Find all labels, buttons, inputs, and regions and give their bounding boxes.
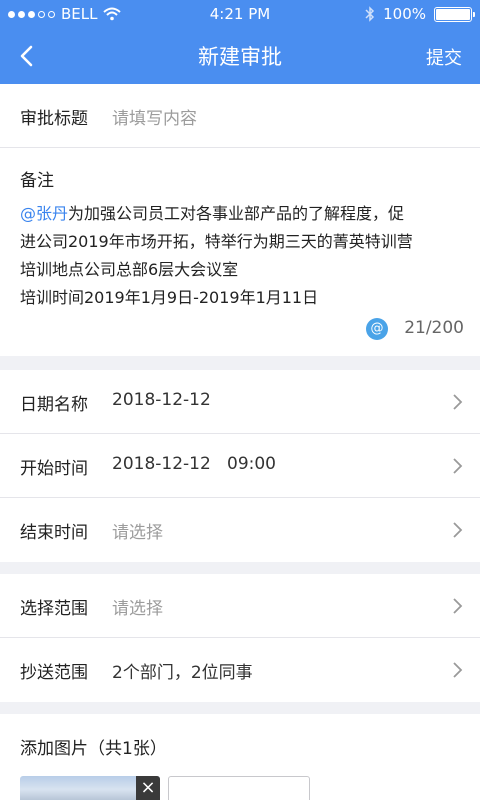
images-label: 添加图片（共1张） (20, 739, 167, 759)
battery-icon (434, 6, 475, 22)
basic-info-section: 审批标题 请填写内容 备注 @张丹为加强公司员工对各事业部产品的了解程度，促 进… (0, 84, 480, 356)
battery-percent: 100% (383, 5, 426, 23)
add-image-button[interactable] (168, 776, 310, 800)
scope-section: 选择范围 请选择 抄送范围 2个部门，2位同事 (0, 574, 480, 702)
note-label: 备注 (20, 171, 54, 191)
scope-placeholder: 请选择 (112, 599, 163, 619)
char-counter: 21/200 (404, 318, 464, 338)
end-time-placeholder: 请选择 (112, 523, 163, 543)
date-label: 日期名称 (20, 395, 88, 415)
note-mention[interactable]: @张丹 (20, 204, 68, 223)
title-input[interactable]: 请填写内容 (112, 104, 197, 129)
note-line-2: 进公司2019年市场开拓，特举行为期三天的菁英特训营 (20, 232, 413, 251)
start-time-label: 开始时间 (20, 459, 88, 479)
chevron-right-icon (453, 522, 463, 538)
close-icon[interactable]: × (136, 776, 160, 800)
chevron-right-icon (453, 458, 463, 474)
nav-bar: 新建审批 提交 (0, 28, 480, 84)
mention-icon[interactable]: @ (366, 318, 388, 340)
title-label: 审批标题 (20, 109, 88, 129)
page-title: 新建审批 (198, 45, 282, 69)
status-right: 100% (365, 5, 475, 23)
date-value: 2018-12-12 (112, 390, 211, 410)
note-line-4: 培训时间2019年1月9日-2019年1月11日 (20, 288, 319, 307)
image-thumbnail[interactable]: × (20, 776, 160, 800)
start-time-value: 2018-12-12 09:00 (112, 454, 276, 474)
end-time-row[interactable]: 结束时间 请选择 (0, 498, 480, 562)
status-bar: BELL 4:21 PM 100% (0, 0, 480, 28)
chevron-right-icon (453, 394, 463, 410)
note-line-3: 培训地点公司总部6层大会议室 (20, 260, 239, 279)
end-time-label: 结束时间 (20, 523, 88, 543)
cc-value: 2个部门，2位同事 (112, 663, 253, 683)
cc-label: 抄送范围 (20, 663, 88, 683)
scope-label: 选择范围 (20, 599, 88, 619)
scope-row[interactable]: 选择范围 请选择 (0, 574, 480, 638)
chevron-right-icon (453, 598, 463, 614)
note-line-1: 为加强公司员工对各事业部产品的了解程度，促 (68, 204, 405, 223)
note-textarea[interactable]: @张丹为加强公司员工对各事业部产品的了解程度，促 进公司2019年市场开拓，特举… (20, 200, 470, 312)
submit-button[interactable]: 提交 (426, 44, 462, 70)
time-section: 日期名称 2018-12-12 开始时间 2018-12-12 09:00 结束… (0, 370, 480, 562)
date-row[interactable]: 日期名称 2018-12-12 (0, 370, 480, 434)
start-time-row[interactable]: 开始时间 2018-12-12 09:00 (0, 434, 480, 498)
bluetooth-icon (365, 6, 375, 22)
title-row[interactable]: 审批标题 请填写内容 (0, 84, 480, 148)
cc-row[interactable]: 抄送范围 2个部门，2位同事 (0, 638, 480, 702)
chevron-right-icon (453, 662, 463, 678)
